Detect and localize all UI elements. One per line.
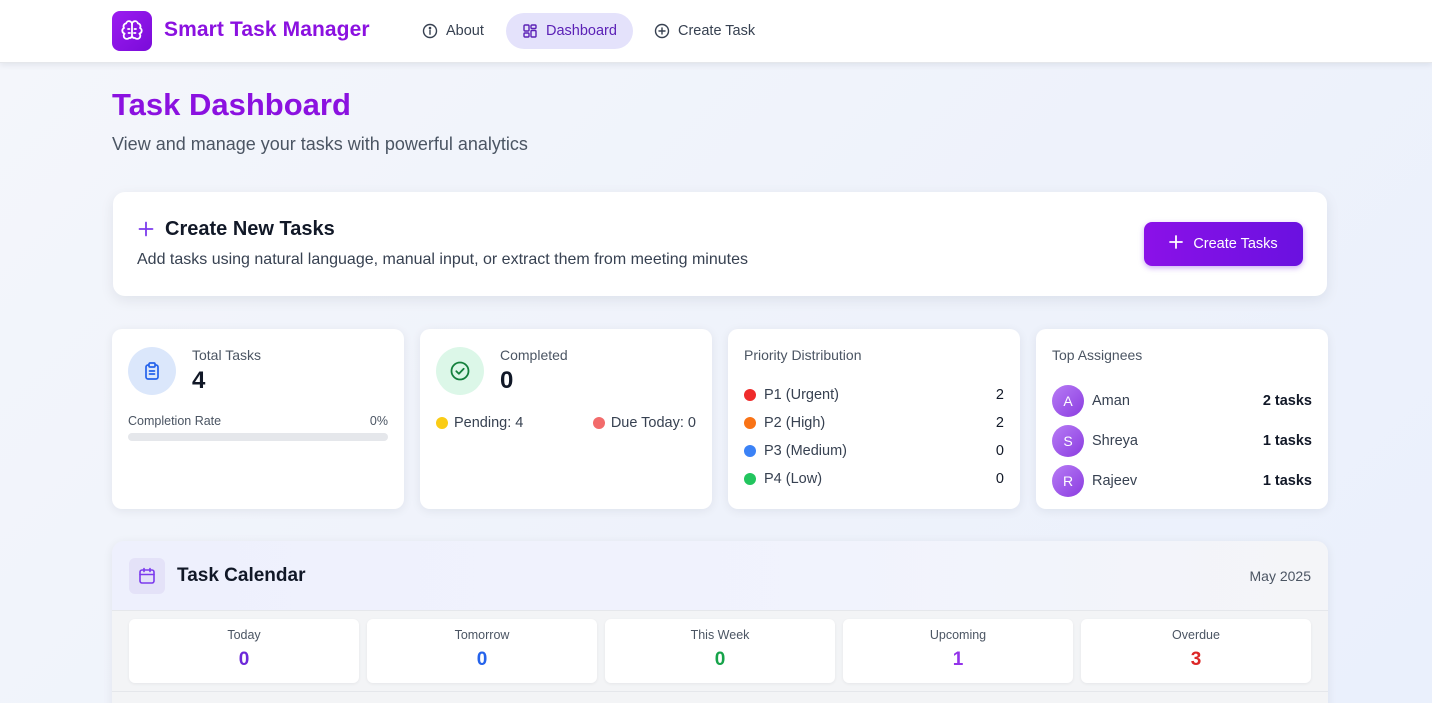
priority-label: P1 (Urgent) xyxy=(764,387,839,403)
pending-dot-icon xyxy=(436,417,448,429)
plus-icon xyxy=(138,221,154,237)
nav-item-about[interactable]: About xyxy=(406,13,500,49)
priority-count: 2 xyxy=(995,387,1004,403)
medium-dot-icon xyxy=(744,445,756,457)
brand-name[interactable]: Smart Task Manager xyxy=(164,18,370,42)
tile-value: 3 xyxy=(1190,649,1202,670)
priority-label: P3 (Medium) xyxy=(764,443,847,459)
calendar-title: Task Calendar xyxy=(177,565,306,586)
top-assignees-title: Top Assignees xyxy=(1052,347,1143,363)
create-card-title: Create New Tasks xyxy=(165,218,335,240)
avatar: S xyxy=(1052,425,1084,457)
priority-distribution-title: Priority Distribution xyxy=(744,347,862,363)
top-assignees-card: Top Assignees A Aman 2 tasks S Shreya 1 ta… xyxy=(1036,329,1328,509)
create-tasks-button-label: Create Tasks xyxy=(1193,236,1278,252)
tile-label: Today xyxy=(227,628,261,642)
tile-label: Tomorrow xyxy=(454,628,510,642)
calendar-tile-today[interactable]: Today 0 xyxy=(129,619,359,683)
create-card-description: Add tasks using natural language, manual… xyxy=(137,251,748,268)
priority-count: 0 xyxy=(995,443,1004,459)
due-today-text: Due Today: 0 xyxy=(610,415,696,431)
assignee-task-count: 1 tasks xyxy=(1262,433,1312,449)
pending-count: Pending: 4 xyxy=(436,415,523,431)
assignee-list: A Aman 2 tasks S Shreya 1 tasks R Rajeev 1 … xyxy=(1052,381,1312,501)
tile-value: 0 xyxy=(476,649,488,670)
tile-label: Overdue xyxy=(1172,628,1220,642)
create-tasks-button[interactable]: Create Tasks xyxy=(1144,222,1303,266)
info-icon xyxy=(422,23,438,39)
clipboard-icon xyxy=(128,347,176,395)
avatar: A xyxy=(1052,385,1084,417)
priority-list: P1 (Urgent) 2 P2 (High) 2 P3 (Medium) 0 … xyxy=(744,381,1004,493)
calendar-tile-overdue[interactable]: Overdue 3 xyxy=(1081,619,1311,683)
page-title: Task Dashboard xyxy=(112,87,351,122)
assignee-task-count: 2 tasks xyxy=(1262,393,1312,409)
pending-text: Pending: 4 xyxy=(454,415,524,431)
total-tasks-card: Total Tasks 4 Completion Rate 0% xyxy=(112,329,404,509)
nav-item-create-task[interactable]: Create Task xyxy=(638,13,771,49)
total-tasks-label: Total Tasks xyxy=(192,347,261,363)
tile-label: This Week xyxy=(690,628,750,642)
priority-label: P2 (High) xyxy=(764,415,826,431)
grid-icon xyxy=(522,23,538,39)
check-circle-icon xyxy=(436,347,484,395)
page-subtitle: View and manage your tasks with powerful… xyxy=(112,134,528,154)
create-tasks-card: Create New Tasks Add tasks using natural… xyxy=(113,192,1327,296)
assignee-name: Shreya xyxy=(1092,433,1138,449)
avatar: R xyxy=(1052,465,1084,497)
due-today-count: Due Today: 0 xyxy=(592,415,696,431)
completion-rate-label: Completion Rate xyxy=(128,414,222,428)
nav-item-label: About xyxy=(446,23,484,39)
assignee-row[interactable]: R Rajeev 1 tasks xyxy=(1052,461,1312,501)
completed-card: Completed 0 Pending: 4 Due Today: 0 xyxy=(420,329,712,509)
calendar-divider xyxy=(112,691,1328,692)
brain-logo-icon[interactable] xyxy=(112,11,152,51)
priority-row: P1 (Urgent) 2 xyxy=(744,381,1004,409)
priority-count: 2 xyxy=(995,415,1004,431)
priority-row: P4 (Low) 0 xyxy=(744,465,1004,493)
priority-count: 0 xyxy=(995,471,1004,487)
priority-row: P3 (Medium) 0 xyxy=(744,437,1004,465)
completion-progress-bar xyxy=(128,433,388,441)
nav-item-label: Create Task xyxy=(678,23,756,39)
completed-value: 0 xyxy=(500,367,514,394)
tile-label: Upcoming xyxy=(929,628,987,642)
calendar-icon xyxy=(129,558,165,594)
total-tasks-value: 4 xyxy=(192,367,206,394)
high-dot-icon xyxy=(744,417,756,429)
completion-rate-value: 0% xyxy=(369,414,388,428)
calendar-month: May 2025 xyxy=(1249,568,1311,584)
priority-label: P4 (Low) xyxy=(764,471,823,487)
assignee-row[interactable]: A Aman 2 tasks xyxy=(1052,381,1312,421)
calendar-header: Task Calendar May 2025 xyxy=(112,541,1328,611)
calendar-tile-this-week[interactable]: This Week 0 xyxy=(605,619,835,683)
priority-distribution-card: Priority Distribution P1 (Urgent) 2 P2 (… xyxy=(728,329,1020,509)
due-today-dot-icon xyxy=(592,417,605,429)
tile-value: 0 xyxy=(238,649,250,670)
assignee-task-count: 1 tasks xyxy=(1262,473,1312,489)
assignee-name: Rajeev xyxy=(1092,473,1138,489)
priority-row: P2 (High) 2 xyxy=(744,409,1004,437)
nav-item-label: Dashboard xyxy=(546,23,617,39)
urgent-dot-icon xyxy=(744,389,756,401)
top-navbar: Smart Task Manager About Dashboard Creat… xyxy=(0,0,1432,63)
tile-value: 1 xyxy=(952,649,964,670)
calendar-tile-tomorrow[interactable]: Tomorrow 0 xyxy=(367,619,597,683)
plus-icon xyxy=(1169,235,1184,253)
task-calendar: Task Calendar May 2025 Today 0 Tomorrow … xyxy=(112,541,1328,703)
nav-item-dashboard[interactable]: Dashboard xyxy=(506,13,633,49)
assignee-name: Aman xyxy=(1092,393,1130,409)
plus-circle-icon xyxy=(654,23,670,39)
tile-value: 0 xyxy=(714,649,726,670)
calendar-tile-upcoming[interactable]: Upcoming 1 xyxy=(843,619,1073,683)
completed-label: Completed xyxy=(500,347,568,363)
assignee-row[interactable]: S Shreya 1 tasks xyxy=(1052,421,1312,461)
low-dot-icon xyxy=(744,473,756,485)
